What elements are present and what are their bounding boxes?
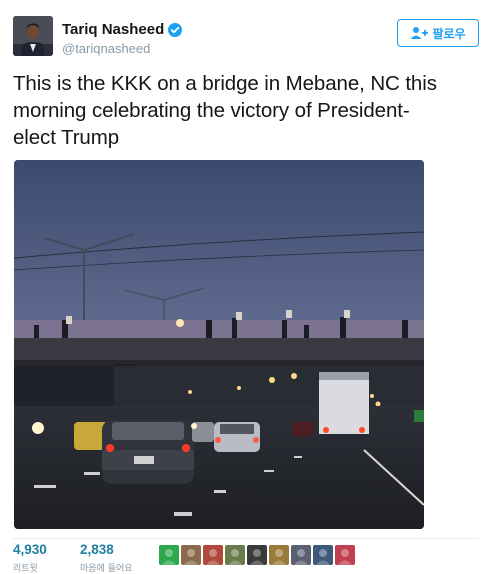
verified-badge-icon	[168, 22, 183, 37]
avatar[interactable]	[13, 16, 53, 56]
liker-avatar[interactable]	[291, 545, 311, 565]
liker-avatar[interactable]	[159, 545, 179, 565]
user-name-row: Tariq Nasheed	[62, 21, 183, 38]
tweet-text-line: elect Trump	[13, 126, 119, 149]
add-person-icon	[410, 27, 429, 39]
liker-avatar[interactable]	[225, 545, 245, 565]
retweet-count: 4,930	[13, 542, 47, 557]
liker-avatar[interactable]	[181, 545, 201, 565]
like-label: 마음에 들어요	[80, 564, 133, 574]
tweet-text-line: morning celebrating the victory of Presi…	[13, 99, 410, 122]
user-name[interactable]: Tariq Nasheed	[62, 21, 164, 38]
liker-avatar[interactable]	[203, 545, 223, 565]
liker-avatar[interactable]	[313, 545, 333, 565]
tweet-photo[interactable]	[14, 160, 424, 529]
liker-avatar[interactable]	[269, 545, 289, 565]
liker-avatar[interactable]	[335, 545, 355, 565]
user-handle[interactable]: @tariqnasheed	[62, 41, 150, 56]
liker-avatar[interactable]	[247, 545, 267, 565]
retweet-stat[interactable]: 4,930 리트윗	[13, 542, 47, 574]
follow-button[interactable]: 팔로우	[397, 19, 479, 47]
like-count: 2,838	[80, 542, 114, 557]
retweet-label: 리트윗	[13, 564, 38, 574]
like-stat[interactable]: 2,838 마음에 들어요	[80, 542, 133, 574]
tweet-text-line: This is the KKK on a bridge in Mebane, N…	[13, 72, 437, 95]
liker-avatars	[159, 545, 355, 565]
follow-button-label: 팔로우	[432, 26, 466, 41]
stats-divider	[13, 538, 479, 539]
tweet-text: This is the KKK on a bridge in Mebane, N…	[13, 70, 483, 151]
